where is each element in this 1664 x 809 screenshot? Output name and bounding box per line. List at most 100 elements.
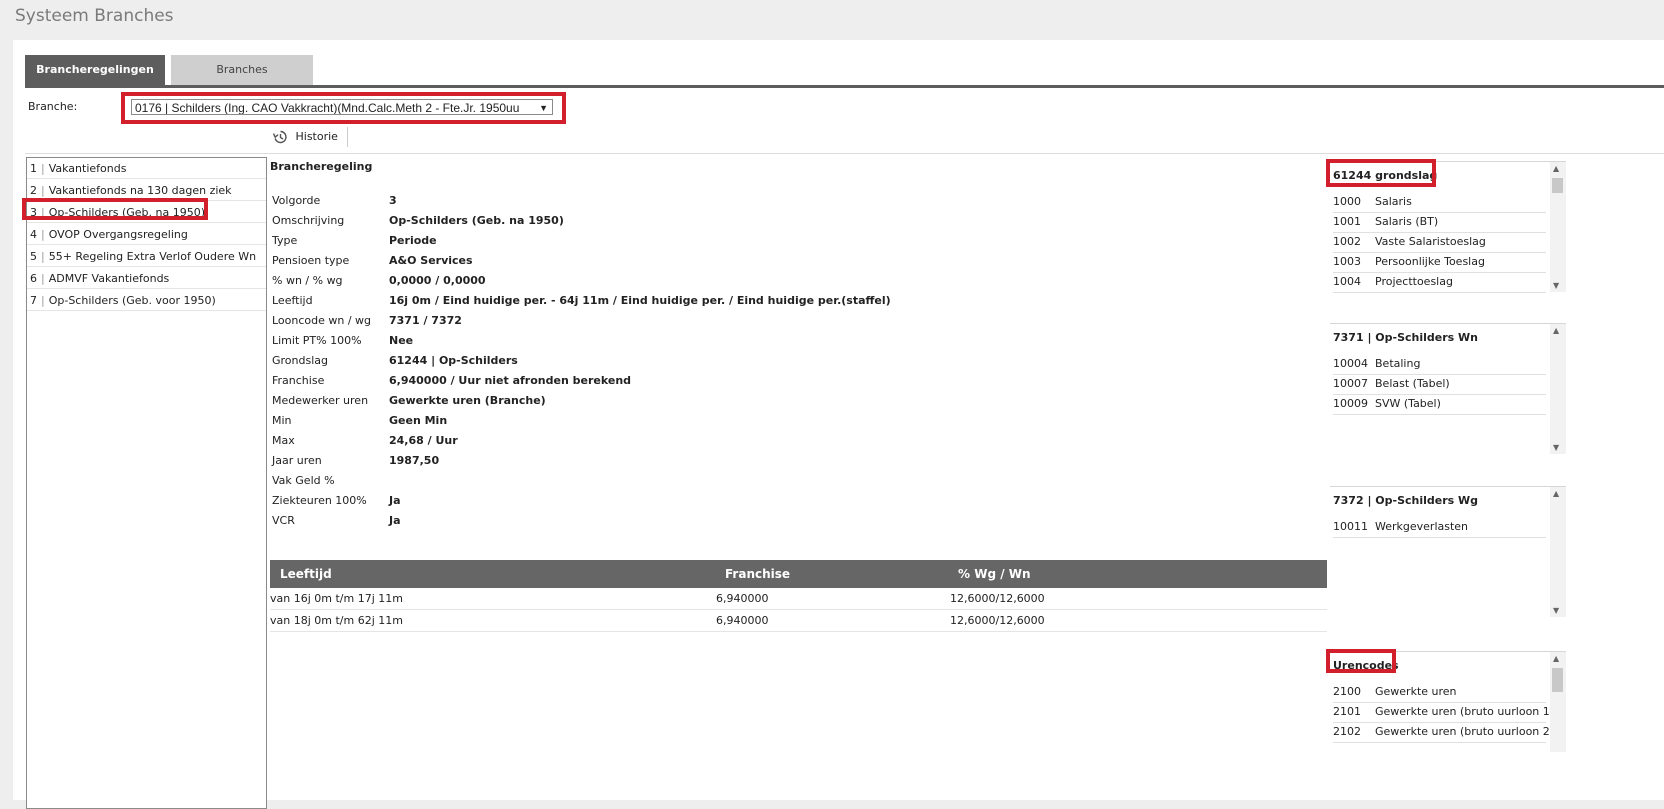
scroll-up-icon[interactable]: ▲ <box>1553 164 1559 173</box>
branche-select[interactable]: 0176 | Schilders (Ing. CAO Vakkracht)(Mn… <box>131 99 553 115</box>
table-row: van 16j 0m t/m 17j 11m 6,940000 12,6000/… <box>270 588 1327 610</box>
urencodes-scrollbar[interactable]: ▲ <box>1550 652 1566 752</box>
item-desc: Projecttoeslag <box>1375 275 1453 288</box>
item-desc: Salaris <box>1375 195 1412 208</box>
looncode-wn-title: 7371 | Op-Schilders Wn <box>1333 331 1478 344</box>
table-row: van 18j 0m t/m 62j 11m 6,940000 12,6000/… <box>270 610 1327 632</box>
detail-value: Ja <box>389 514 401 527</box>
list-item[interactable]: 2100 Gewerkte uren <box>1333 682 1546 703</box>
scroll-down-icon[interactable]: ▼ <box>1553 281 1559 290</box>
scroll-up-icon[interactable]: ▲ <box>1553 654 1559 663</box>
item-desc: Gewerkte uren <box>1375 685 1457 698</box>
cell-pct: 12,6000/12,6000 <box>950 614 1045 627</box>
detail-key: Leeftijd <box>272 294 313 307</box>
looncode-wg-scrollbar[interactable]: ▲ ▼ <box>1550 487 1566 617</box>
detail-value: 1987,50 <box>389 454 440 467</box>
col-leeftijd: Leeftijd <box>280 567 332 581</box>
col-franchise: Franchise <box>725 567 791 581</box>
grondslag-highlight <box>1326 159 1436 187</box>
scroll-up-icon[interactable]: ▲ <box>1553 489 1559 498</box>
item-number: 2 <box>30 184 37 197</box>
list-item[interactable]: 1002 Vaste Salaristoeslag <box>1333 232 1546 253</box>
list-item[interactable]: 10007 Belast (Tabel) <box>1333 374 1546 395</box>
list-item[interactable]: 6 | ADMVF Vakantiefonds <box>27 268 266 289</box>
list-item[interactable]: 4 | OVOP Overgangsregeling <box>27 224 266 245</box>
scroll-up-icon[interactable]: ▲ <box>1553 326 1559 335</box>
grondslag-scrollbar[interactable]: ▲ ▼ <box>1550 162 1566 292</box>
history-icon <box>272 130 287 144</box>
list-item[interactable]: 1001 Salaris (BT) <box>1333 212 1546 233</box>
list-item[interactable]: 10004 Betaling <box>1333 354 1546 375</box>
list-item[interactable]: 2102 Gewerkte uren (bruto uurloon 2) <box>1333 722 1554 743</box>
detail-value: Geen Min <box>389 414 448 427</box>
item-code: 1002 <box>1333 235 1361 248</box>
detail-value: 3 <box>389 194 397 207</box>
cell-pct: 12,6000/12,6000 <box>950 592 1045 605</box>
branche-select-highlight: 0176 | Schilders (Ing. CAO Vakkracht)(Mn… <box>121 92 566 124</box>
cell-franchise: 6,940000 <box>716 592 769 605</box>
tab-branches[interactable]: Branches <box>171 55 313 85</box>
selected-item-highlight <box>22 198 208 220</box>
detail-key: Medewerker uren <box>272 394 369 407</box>
list-item[interactable]: 10009 SVW (Tabel) <box>1333 394 1546 415</box>
scroll-down-icon[interactable]: ▼ <box>1553 443 1559 452</box>
branche-label: Branche: <box>28 100 78 113</box>
looncode-wn-panel: 7371 | Op-Schilders Wn 10004 Betaling 100… <box>1330 323 1566 454</box>
item-code: 1000 <box>1333 195 1361 208</box>
detail-value: 61244 | Op-Schilders <box>389 354 518 367</box>
detail-value: 0,0000 / 0,0000 <box>389 274 486 287</box>
urencodes-panel: Urencodes 2100 Gewerkte uren 2101 Gewerkte… <box>1326 649 1566 752</box>
cell-leeftijd: van 16j 0m t/m 17j 11m <box>270 592 403 605</box>
detail-key: Looncode wn / wg <box>272 314 372 327</box>
item-label: ADMVF Vakantiefonds <box>48 272 170 285</box>
scroll-thumb[interactable] <box>1552 668 1563 692</box>
main-panel: Brancheregelingen Branches Branche: 0176… <box>13 40 1664 809</box>
item-code: 1001 <box>1333 215 1361 228</box>
item-code: 10009 <box>1333 397 1368 410</box>
list-item[interactable]: 1003 Persoonlijke Toeslag <box>1333 252 1546 273</box>
item-code: 10007 <box>1333 377 1368 390</box>
detail-key: Min <box>272 414 292 427</box>
looncode-wg-panel: 7372 | Op-Schilders Wg 10011 Werkgeverlas… <box>1330 486 1566 617</box>
regelingen-list: 1 | Vakantiefonds 2 | Vakantiefonds na 130 d… <box>22 157 267 809</box>
looncode-wg-title: 7372 | Op-Schilders Wg <box>1333 494 1479 507</box>
item-separator: | <box>41 272 45 285</box>
scroll-down-icon[interactable]: ▼ <box>1553 606 1559 615</box>
list-item[interactable]: 1004 Projecttoeslag <box>1333 272 1546 293</box>
tab-brancheregelingen[interactable]: Brancheregelingen <box>25 55 165 85</box>
historie-label: Historie <box>295 130 338 143</box>
detail-key: Type <box>272 234 298 247</box>
tab-divider <box>25 85 1664 88</box>
list-item[interactable]: 1000 Salaris <box>1333 192 1546 213</box>
item-number: 1 <box>30 162 37 175</box>
item-code: 10011 <box>1333 520 1368 533</box>
historie-button[interactable]: Historie <box>272 127 348 147</box>
item-label: OVOP Overgangsregeling <box>48 228 188 241</box>
detail-key: Vak Geld % <box>272 474 335 487</box>
item-separator: | <box>41 162 45 175</box>
detail-key: Omschrijving <box>272 214 345 227</box>
scroll-thumb[interactable] <box>1552 178 1563 193</box>
detail-value: 16j 0m / Eind huidige per. - 64j 11m / E… <box>389 294 891 307</box>
item-label: 55+ Regeling Extra Verlof Oudere Wn <box>48 250 257 263</box>
detail-key: Jaar uren <box>272 454 322 467</box>
cell-leeftijd: van 18j 0m t/m 62j 11m <box>270 614 403 627</box>
detail-value: Nee <box>389 334 414 347</box>
item-code: 2100 <box>1333 685 1361 698</box>
item-label: Vakantiefonds <box>48 162 127 175</box>
list-item[interactable]: 1 | Vakantiefonds <box>27 158 266 179</box>
list-item[interactable]: 10011 Werkgeverlasten <box>1333 517 1546 538</box>
detail-value: Ja <box>389 494 401 507</box>
item-number: 7 <box>30 294 37 307</box>
list-item[interactable]: 5 | 55+ Regeling Extra Verlof Oudere Wn <box>27 246 266 267</box>
cell-franchise: 6,940000 <box>716 614 769 627</box>
detail-key: Max <box>272 434 295 447</box>
urencodes-highlight <box>1326 649 1396 673</box>
item-desc: Vaste Salaristoeslag <box>1375 235 1486 248</box>
item-number: 6 <box>30 272 37 285</box>
list-item[interactable]: 7 | Op-Schilders (Geb. voor 1950) <box>27 290 266 311</box>
detail-value: 7371 / 7372 <box>389 314 462 327</box>
detail-value: 6,940000 / Uur niet afronden berekend <box>389 374 632 387</box>
looncode-wn-scrollbar[interactable]: ▲ ▼ <box>1550 324 1566 454</box>
list-item[interactable]: 2101 Gewerkte uren (bruto uurloon 1) <box>1333 702 1554 723</box>
